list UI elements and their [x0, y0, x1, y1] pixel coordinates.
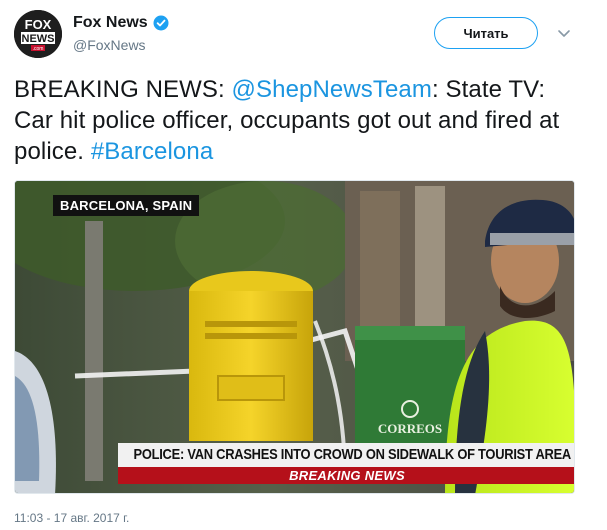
verified-badge-icon: [153, 15, 169, 31]
logo-text-top: FOX: [25, 17, 52, 32]
hashtag-link[interactable]: #Barcelona: [91, 138, 213, 165]
tweet-text: BREAKING NEWS: @ShepNewsTeam: State TV: …: [14, 74, 584, 167]
tweet-card: FOX NEWS .com Fox News @FoxNews Читать B…: [0, 0, 607, 530]
fox-news-avatar[interactable]: FOX NEWS .com: [14, 10, 62, 58]
news-headline-bar: POLICE: VAN CRASHES INTO CROWD ON SIDEWA…: [118, 443, 574, 467]
chevron-down-icon[interactable]: [556, 25, 572, 41]
tweet-media-image[interactable]: CORREOS BARCELONA, SPAIN POLICE: VAN CRA…: [14, 180, 575, 494]
breaking-news-bar: BREAKING NEWS: [118, 467, 574, 484]
account-name-row[interactable]: Fox News: [73, 13, 169, 33]
mention-link[interactable]: @ShepNewsTeam: [232, 76, 432, 103]
logo-text-com: .com: [33, 46, 44, 52]
location-tag: BARCELONA, SPAIN: [53, 195, 200, 216]
mailbox-brand-text: CORREOS: [378, 421, 442, 436]
tweet-text-prefix: BREAKING NEWS:: [14, 76, 232, 103]
tweet-timestamp[interactable]: 11:03 - 17 авг. 2017 г.: [14, 511, 129, 525]
display-name[interactable]: Fox News: [73, 14, 148, 32]
lower-third-banner: POLICE: VAN CRASHES INTO CROWD ON SIDEWA…: [118, 443, 574, 484]
account-handle[interactable]: @FoxNews: [73, 37, 146, 53]
follow-button[interactable]: Читать: [434, 17, 538, 49]
logo-text-bottom: NEWS: [22, 33, 55, 45]
